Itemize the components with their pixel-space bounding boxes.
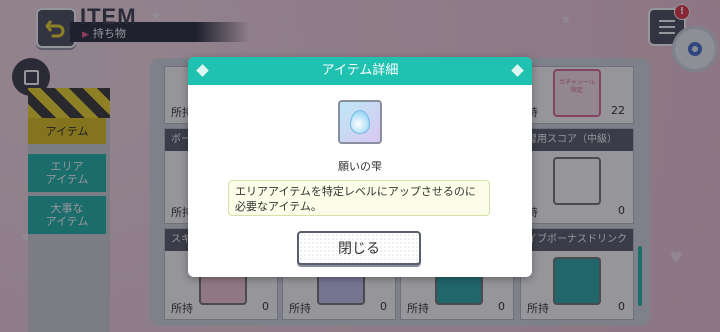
drop-shape	[350, 110, 370, 134]
item-description: エリアアイテムを特定レベルにアップさせるのに必要なアイテム。	[228, 180, 490, 216]
item-detail-dialog: アイテム詳細 願いの雫 エリアアイテムを特定レベルにアップさせるのに必要なアイテ…	[188, 57, 532, 277]
dialog-title: アイテム詳細	[321, 63, 399, 78]
diamond-icon	[511, 64, 524, 77]
water-drop-icon	[338, 100, 382, 144]
close-button[interactable]: 閉じる	[297, 231, 421, 265]
diamond-icon	[196, 64, 209, 77]
dialog-header: アイテム詳細	[188, 57, 532, 85]
item-name: 願いの雫	[338, 160, 382, 173]
